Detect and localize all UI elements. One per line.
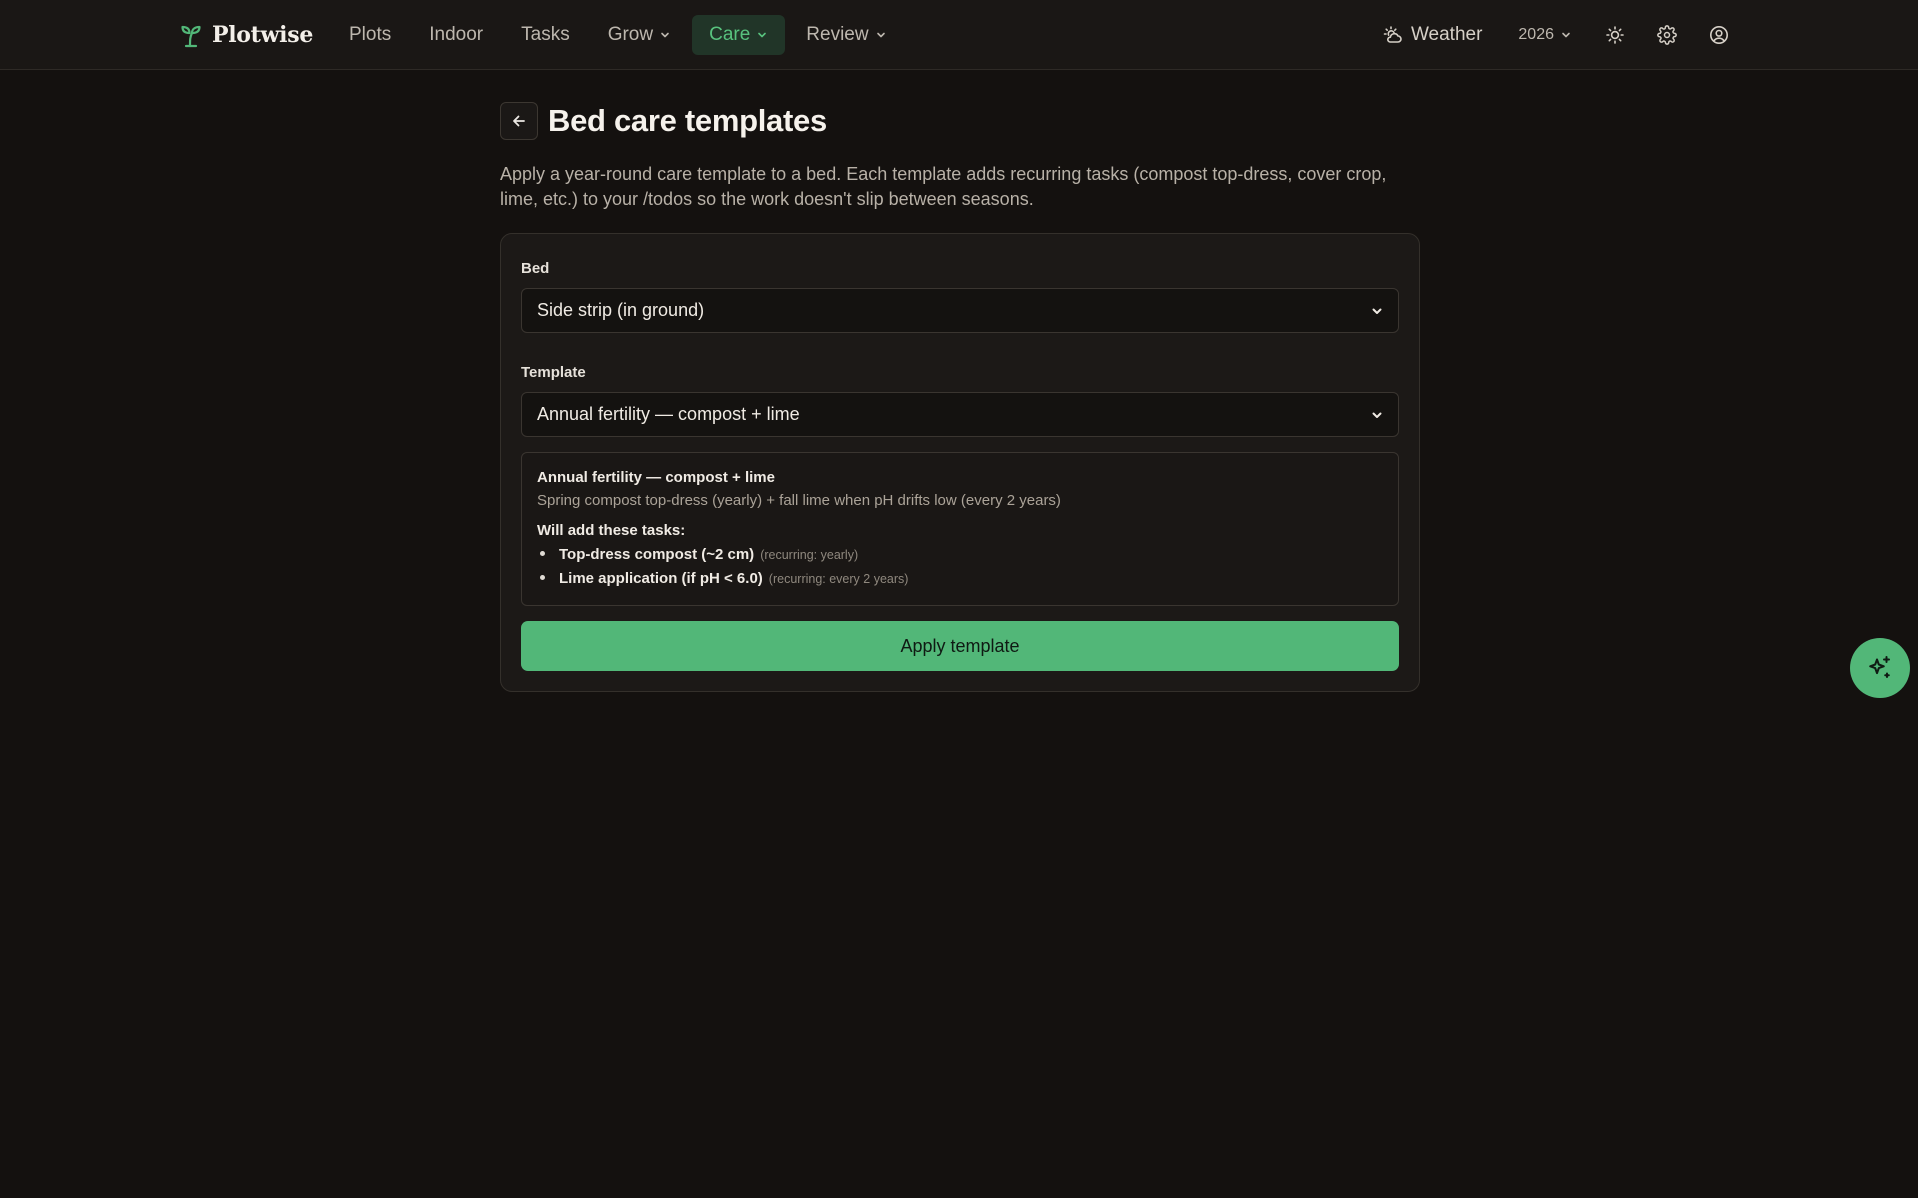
chevron-down-icon (876, 32, 885, 38)
assistant-fab-button[interactable] (1850, 638, 1910, 698)
main-nav: Plots Indoor Tasks Grow Care Review (332, 15, 904, 55)
nav-item-indoor[interactable]: Indoor (412, 15, 500, 55)
chevron-down-icon (661, 32, 669, 38)
page-intro: Apply a year-round care template to a be… (500, 164, 1387, 209)
nav-label: Care (709, 24, 751, 45)
theme-toggle-button[interactable] (1596, 15, 1634, 55)
user-circle-icon (1710, 26, 1728, 44)
template-form-card: Bed Side strip (in ground) Template Annu… (500, 233, 1420, 692)
nav-label: Tasks (521, 24, 570, 45)
chevron-down-icon (758, 32, 767, 38)
nav-item-care[interactable]: Care (692, 15, 786, 55)
nav-label: Indoor (429, 24, 484, 45)
page-title: Bed care templates (548, 103, 827, 138)
list-item: Lime application (if pH < 6.0) (recurrin… (537, 567, 1383, 591)
template-select[interactable]: Annual fertility — compost + lime (521, 392, 1399, 437)
list-item: Top-dress compost (~2 cm) (recurring: ye… (537, 543, 1383, 567)
bullet-icon (540, 551, 545, 556)
weather-label: Weather (1410, 24, 1483, 45)
chevron-down-icon (1372, 308, 1382, 314)
task-recurrence: (recurring: yearly) (760, 548, 859, 562)
preview-task-list: Top-dress compost (~2 cm) (recurring: ye… (537, 543, 1383, 591)
weather-link[interactable]: Weather (1371, 15, 1494, 55)
right-nav: Weather 2026 (1371, 15, 1738, 55)
brand-logo[interactable]: Plotwise (180, 20, 313, 50)
task-name: Lime application (if pH < 6.0) (559, 570, 763, 587)
chevron-down-icon (1562, 32, 1570, 38)
main-content: Bed care templates Apply a year-round ca… (500, 102, 1420, 692)
nav-label: Plots (349, 24, 392, 45)
nav-item-plots[interactable]: Plots (332, 15, 408, 55)
bed-select-value: Side strip (in ground) (537, 300, 705, 320)
task-name: Top-dress compost (~2 cm) (559, 546, 755, 563)
template-select-value: Annual fertility — compost + lime (537, 404, 800, 424)
year-value: 2026 (1518, 26, 1554, 43)
nav-item-grow[interactable]: Grow (591, 15, 688, 55)
account-button[interactable] (1700, 15, 1738, 55)
bullet-icon (540, 575, 545, 580)
nav-item-tasks[interactable]: Tasks (504, 15, 587, 55)
year-selector[interactable]: 2026 (1508, 15, 1582, 55)
gear-icon (1657, 25, 1677, 45)
back-button[interactable] (500, 102, 538, 140)
sun-icon (1606, 26, 1624, 44)
sparkles-icon (1869, 656, 1890, 678)
sprout-icon (181, 25, 201, 48)
brand-name: Plotwise (212, 22, 314, 48)
template-label: Template (521, 364, 586, 381)
task-recurrence: (recurring: every 2 years) (768, 572, 909, 586)
arrow-left-icon (513, 115, 525, 127)
chevron-down-icon (1372, 412, 1382, 418)
nav-label: Grow (607, 24, 654, 45)
preview-tasks-heading: Will add these tasks: (537, 522, 686, 539)
nav-label: Review (806, 24, 869, 45)
nav-item-review[interactable]: Review (789, 15, 903, 55)
bed-select[interactable]: Side strip (in ground) (521, 288, 1399, 333)
cloud-sun-icon (1383, 26, 1402, 43)
title-row: Bed care templates (500, 102, 1420, 140)
settings-button[interactable] (1648, 15, 1686, 55)
preview-title: Annual fertility — compost + lime (537, 469, 775, 486)
preview-description: Spring compost top-dress (yearly) + fall… (537, 492, 1061, 509)
apply-template-button[interactable]: Apply template (521, 621, 1399, 671)
bed-label: Bed (521, 260, 550, 277)
top-navbar: Plotwise Plots Indoor Tasks Grow Care Re… (0, 0, 1918, 70)
template-preview: Annual fertility — compost + lime Spring… (521, 452, 1399, 606)
